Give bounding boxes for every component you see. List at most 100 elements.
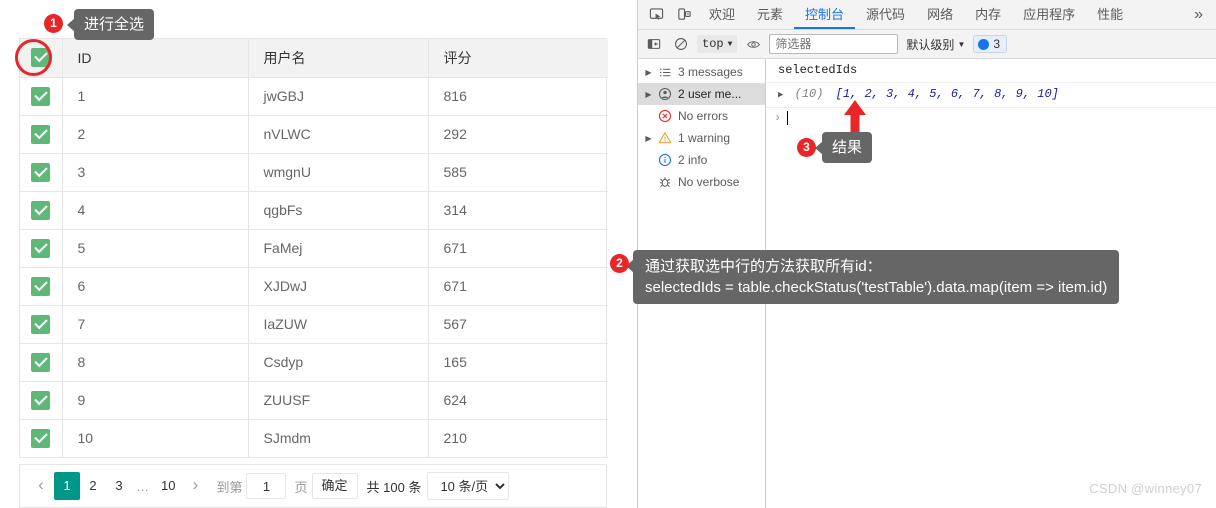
cell-score: 624: [428, 381, 608, 420]
cell-score: 816: [428, 77, 608, 116]
red-arrow-icon: [844, 100, 866, 136]
row-checkbox[interactable]: [31, 314, 51, 334]
tab-network[interactable]: 网络: [916, 0, 964, 29]
chevron-left-icon[interactable]: ‹: [28, 472, 54, 500]
row-checkbox-cell[interactable]: [20, 343, 63, 382]
page-button-3[interactable]: 3: [106, 472, 132, 500]
tab-performance[interactable]: 性能: [1086, 0, 1134, 29]
table-row[interactable]: 5 FaMej 671: [20, 229, 608, 268]
expand-triangle-icon[interactable]: ▶: [642, 134, 655, 143]
page-button-2[interactable]: 2: [80, 472, 106, 500]
row-checkbox[interactable]: [31, 276, 51, 296]
warning-icon: [655, 131, 675, 145]
console-sidebar-item-2[interactable]: ▶No errors: [638, 105, 765, 127]
message-count-badge[interactable]: 3: [973, 35, 1008, 53]
table-row[interactable]: 1 jwGBJ 816: [20, 77, 608, 116]
tab-elements[interactable]: 元素: [746, 0, 794, 29]
cell-name: FaMej: [248, 229, 429, 268]
expand-triangle-icon[interactable]: ▶: [642, 90, 655, 99]
row-checkbox[interactable]: [31, 390, 51, 410]
table-row[interactable]: 3 wmgnU 585: [20, 153, 608, 192]
tab-welcome[interactable]: 欢迎: [698, 0, 746, 29]
select-all-header-cell[interactable]: [20, 39, 63, 78]
callout-badge-1: 1: [44, 14, 63, 33]
callout-2-line1: 通过获取选中行的方法获取所有id：: [645, 258, 882, 275]
row-checkbox-cell[interactable]: [20, 267, 63, 306]
console-sidebar-item-5[interactable]: ▶No verbose: [638, 171, 765, 193]
table-row[interactable]: 9 ZUUSF 624: [20, 381, 608, 420]
row-checkbox[interactable]: [31, 352, 51, 372]
table-row[interactable]: 10 SJmdm 210: [20, 419, 608, 458]
cell-score: 314: [428, 191, 608, 230]
watermark-text: CSDN @winney07: [1089, 481, 1202, 496]
console-sidebar-item-1[interactable]: ▶ 2 user me...: [638, 83, 765, 105]
row-checkbox-cell[interactable]: [20, 229, 63, 268]
page-button-last[interactable]: 10: [154, 472, 182, 500]
info-icon: [655, 153, 675, 167]
cell-name: IaZUW: [248, 305, 429, 344]
console-sidebar-item-3[interactable]: ▶ 1 warning: [638, 127, 765, 149]
clear-console-icon[interactable]: [670, 34, 692, 55]
log-level-select[interactable]: 默认级别 ▼: [903, 36, 968, 53]
verbose-bug-icon: [655, 175, 675, 189]
row-checkbox-cell[interactable]: [20, 419, 63, 458]
console-sidebar-item-4[interactable]: ▶2 info: [638, 149, 765, 171]
table-row[interactable]: 7 IaZUW 567: [20, 305, 608, 344]
cell-id: 1: [62, 77, 249, 116]
row-checkbox[interactable]: [31, 200, 51, 220]
console-sidebar-item-label: 3 messages: [678, 65, 743, 79]
cell-id: 5: [62, 229, 249, 268]
callout-badge-2: 2: [610, 254, 629, 273]
message-count-value: 3: [993, 37, 1001, 51]
table-row[interactable]: 8 Csdyp 165: [20, 343, 608, 382]
row-checkbox-cell[interactable]: [20, 153, 63, 192]
cell-name: qgbFs: [248, 191, 429, 230]
table-row[interactable]: 4 qgbFs 314: [20, 191, 608, 230]
column-header-id[interactable]: ID: [62, 39, 249, 78]
per-page-select[interactable]: 10 条/页20 条/页30 条/页40 条/页50 条/页: [427, 472, 510, 500]
chevron-double-right-icon[interactable]: »: [1185, 6, 1212, 24]
row-checkbox-cell[interactable]: [20, 77, 63, 116]
live-expression-icon[interactable]: [742, 34, 764, 55]
show-console-sidebar-icon[interactable]: [643, 34, 665, 55]
select-all-checkbox[interactable]: [31, 48, 51, 68]
cell-score: 210: [428, 419, 608, 458]
row-checkbox-cell[interactable]: [20, 381, 63, 420]
tab-application[interactable]: 应用程序: [1012, 0, 1086, 29]
column-header-score[interactable]: 评分: [428, 39, 608, 78]
console-sidebar-item-0[interactable]: ▶ 3 messages: [638, 61, 765, 83]
cell-id: 2: [62, 115, 249, 154]
console-filter-input[interactable]: [769, 34, 899, 54]
row-checkbox-cell[interactable]: [20, 115, 63, 154]
row-checkbox[interactable]: [31, 124, 51, 144]
row-checkbox[interactable]: [31, 428, 51, 448]
column-header-name[interactable]: 用户名: [248, 39, 429, 78]
execution-context-select[interactable]: top ▼: [697, 35, 738, 53]
cell-score: 292: [428, 115, 608, 154]
expand-triangle-icon[interactable]: ▶: [778, 90, 783, 100]
row-checkbox-cell[interactable]: [20, 305, 63, 344]
row-checkbox[interactable]: [31, 238, 51, 258]
console-result-row[interactable]: ▶ (10) [1, 2, 3, 4, 5, 6, 7, 8, 9, 10]: [766, 83, 1216, 108]
tab-console[interactable]: 控制台: [794, 0, 855, 29]
inspect-element-icon[interactable]: [642, 2, 670, 28]
console-toolbar: top ▼ 默认级别 ▼ 3: [638, 30, 1216, 59]
prompt-caret-icon: ›: [774, 111, 782, 125]
console-prompt-row[interactable]: ›: [766, 108, 1216, 128]
confirm-jump-button[interactable]: 确定: [311, 473, 358, 499]
tab-sources[interactable]: 源代码: [855, 0, 916, 29]
chevron-right-icon[interactable]: ›: [182, 472, 208, 500]
row-checkbox[interactable]: [31, 162, 51, 182]
page-unit-label: 页: [294, 479, 308, 495]
cell-name: XJDwJ: [248, 267, 429, 306]
page-button-1[interactable]: 1: [54, 472, 80, 500]
devtools-tabbar: 欢迎 元素 控制台 源代码 网络 内存 应用程序 性能 »: [638, 0, 1216, 30]
row-checkbox-cell[interactable]: [20, 191, 63, 230]
device-toolbar-icon[interactable]: [670, 2, 698, 28]
table-row[interactable]: 6 XJDwJ 671: [20, 267, 608, 306]
expand-triangle-icon[interactable]: ▶: [642, 68, 655, 77]
jump-page-input[interactable]: [246, 473, 287, 499]
table-row[interactable]: 2 nVLWC 292: [20, 115, 608, 154]
row-checkbox[interactable]: [31, 86, 51, 106]
tab-memory[interactable]: 内存: [964, 0, 1012, 29]
